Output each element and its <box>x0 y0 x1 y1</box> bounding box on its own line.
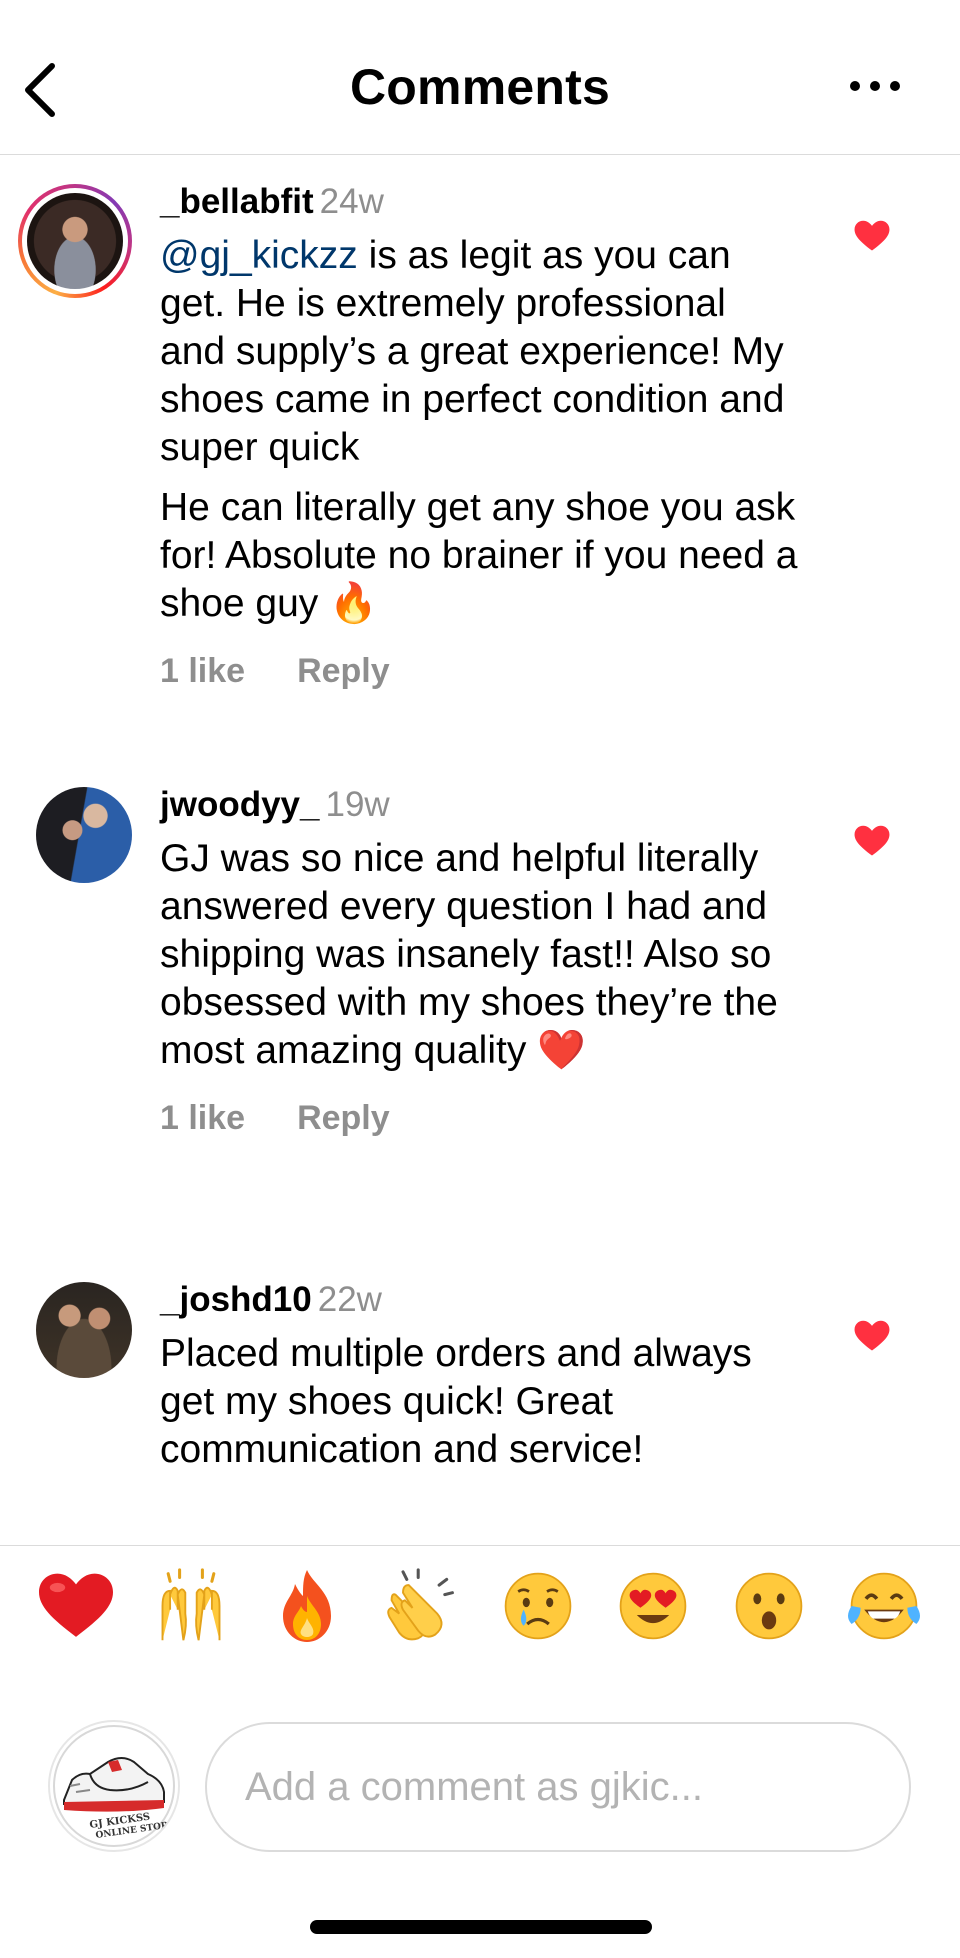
comment-username[interactable]: _bellabfit <box>160 182 314 221</box>
fire-emoji-icon <box>282 1569 331 1642</box>
heart-icon[interactable] <box>854 220 890 252</box>
reaction-red-heart[interactable] <box>31 1561 121 1651</box>
clapping-hands-emoji-icon <box>387 1567 455 1640</box>
reply-button[interactable]: Reply <box>297 652 390 691</box>
reaction-laughing[interactable] <box>839 1561 929 1651</box>
raised-hands-emoji-icon <box>161 1567 221 1640</box>
page-title: Comments <box>350 59 610 115</box>
comment-timestamp: 24w <box>319 182 384 221</box>
reaction-fire[interactable] <box>262 1561 352 1651</box>
comment-timestamp: 19w <box>325 785 390 824</box>
comment-username[interactable]: _joshd10 <box>160 1280 312 1319</box>
red-heart-emoji: ❤️ <box>537 1028 586 1073</box>
crying-face-emoji-icon <box>504 1572 572 1639</box>
tears-of-joy-emoji-icon <box>848 1572 921 1639</box>
reaction-clapping[interactable] <box>377 1561 467 1651</box>
avatar[interactable] <box>36 787 132 883</box>
home-indicator <box>310 1920 652 1934</box>
heart-icon[interactable] <box>854 1320 890 1352</box>
comment-timestamp: 22w <box>317 1280 382 1319</box>
avatar[interactable] <box>18 184 132 298</box>
like-count[interactable]: 1 like <box>160 652 245 691</box>
comment-text: @gj_kickzz is as legit as you can get. H… <box>160 234 798 626</box>
heart-icon[interactable] <box>854 825 890 857</box>
my-avatar[interactable]: GJ KICKSS ONLINE STORE <box>48 1720 180 1852</box>
red-heart-emoji-icon <box>38 1573 113 1637</box>
reaction-surprised[interactable] <box>724 1561 814 1651</box>
reaction-raised-hands[interactable] <box>146 1561 236 1651</box>
reaction-heart-eyes[interactable] <box>608 1561 698 1651</box>
ellipsis-icon <box>850 81 860 91</box>
like-count[interactable]: 1 like <box>160 1099 245 1138</box>
comment-text: Placed multiple orders and always get my… <box>160 1332 752 1471</box>
heart-eyes-emoji-icon <box>619 1572 687 1639</box>
more-options-button[interactable] <box>850 74 900 98</box>
quick-reactions-bar <box>0 1545 960 1665</box>
reply-button[interactable]: Reply <box>297 1099 390 1138</box>
surprised-face-emoji-icon <box>735 1572 803 1639</box>
fire-emoji: 🔥 <box>329 581 378 626</box>
comment-text: GJ was so nice and helpful literally ans… <box>160 837 778 1073</box>
comment-username[interactable]: jwoodyy_ <box>160 785 319 824</box>
mention-link[interactable]: @gj_kickzz <box>160 234 358 277</box>
avatar[interactable] <box>36 1282 132 1378</box>
header-bar: Comments <box>0 0 960 155</box>
comment-composer: GJ KICKSS ONLINE STORE <box>0 1700 960 1852</box>
sneaker-logo-icon: GJ KICKSS ONLINE STORE <box>52 1724 176 1848</box>
comment-input[interactable] <box>205 1722 911 1852</box>
reaction-crying[interactable] <box>493 1561 583 1651</box>
